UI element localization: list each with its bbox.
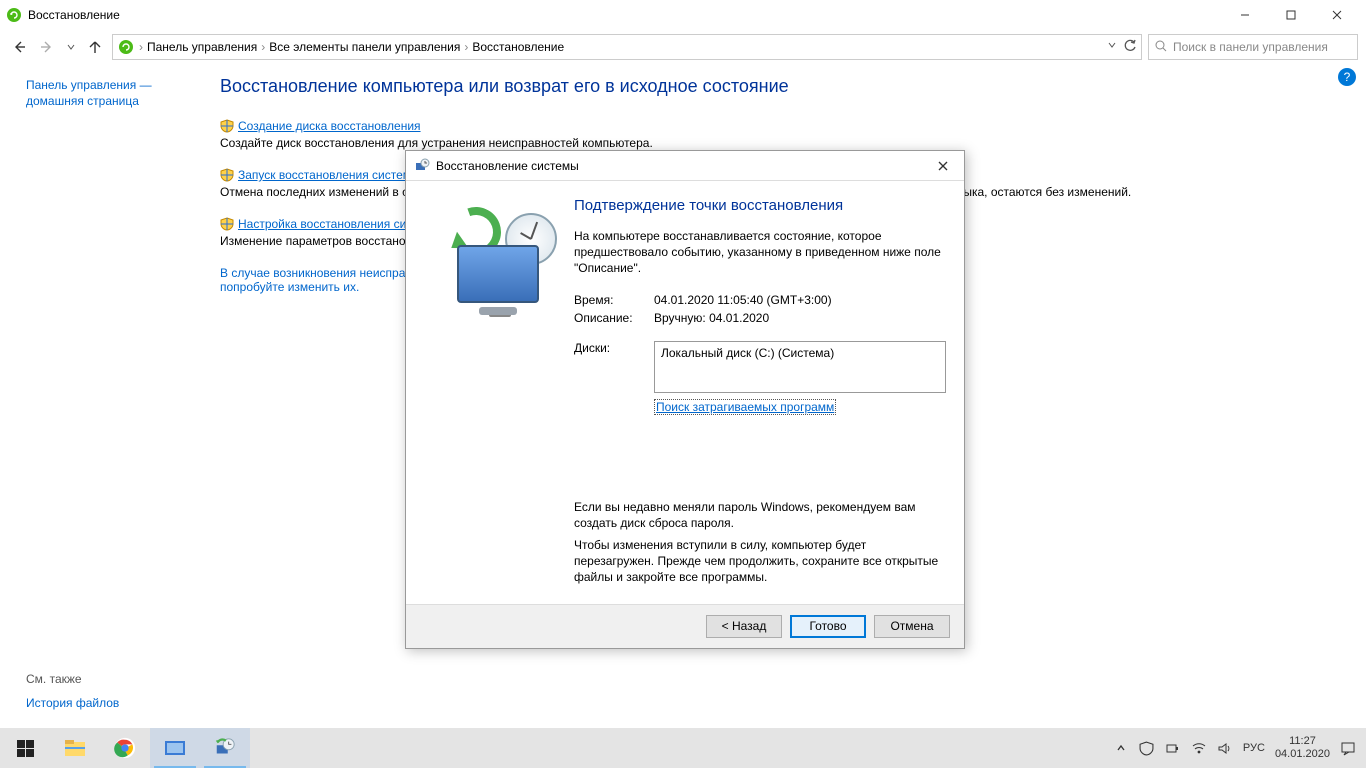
- refresh-icon[interactable]: [1123, 39, 1137, 56]
- control-panel-taskbar[interactable]: [150, 728, 200, 768]
- see-also-header: См. также: [26, 672, 119, 686]
- dialog-close-button[interactable]: [930, 156, 956, 176]
- address-bar[interactable]: › Панель управления › Все элементы панел…: [112, 34, 1142, 60]
- time-value: 04.01.2020 11:05:40 (GMT+3:00): [654, 291, 832, 309]
- recent-dropdown[interactable]: [64, 36, 78, 58]
- maximize-button[interactable]: [1268, 0, 1314, 30]
- shield-icon: [220, 217, 234, 231]
- shield-icon: [220, 168, 234, 182]
- disks-listbox[interactable]: Локальный диск (C:) (Система): [654, 341, 946, 393]
- action-center-icon[interactable]: [1340, 740, 1356, 756]
- system-restore-icon: [414, 158, 430, 174]
- start-button[interactable]: [0, 728, 50, 768]
- desc-label: Описание:: [574, 309, 654, 327]
- back-button[interactable]: [8, 36, 30, 58]
- option-desc: Создайте диск восстановления для устране…: [220, 136, 1336, 150]
- recovery-icon: [117, 38, 135, 56]
- chevron-right-icon: ›: [464, 40, 468, 54]
- window-titlebar: Восстановление: [0, 0, 1366, 30]
- dialog-titlebar[interactable]: Восстановление системы: [406, 151, 964, 181]
- breadcrumb-item[interactable]: Все элементы панели управления: [269, 40, 460, 54]
- network-icon[interactable]: [1191, 740, 1207, 756]
- chevron-right-icon: ›: [261, 40, 265, 54]
- page-heading: Восстановление компьютера или возврат ег…: [220, 76, 1336, 97]
- file-history-link[interactable]: История файлов: [26, 696, 119, 712]
- system-restore-taskbar[interactable]: [200, 728, 250, 768]
- tray-clock[interactable]: 11:27 04.01.2020: [1275, 735, 1330, 761]
- password-warning: Если вы недавно меняли пароль Windows, р…: [574, 499, 946, 531]
- recovery-icon: [6, 7, 22, 23]
- minimize-button[interactable]: [1222, 0, 1268, 30]
- power-icon[interactable]: [1165, 740, 1181, 756]
- address-dropdown-icon[interactable]: [1107, 39, 1117, 56]
- dialog-heading: Подтверждение точки восстановления: [574, 197, 946, 214]
- input-language[interactable]: РУС: [1243, 742, 1265, 754]
- nav-toolbar: › Панель управления › Все элементы панел…: [0, 30, 1366, 64]
- close-button[interactable]: [1314, 0, 1360, 30]
- finish-button[interactable]: Готово: [790, 615, 866, 638]
- system-restore-dialog: Восстановление системы Подтверждение точ…: [405, 150, 965, 649]
- create-recovery-drive-link[interactable]: Создание диска восстановления: [220, 119, 421, 133]
- scan-affected-programs-link[interactable]: Поиск затрагиваемых программ: [654, 399, 836, 415]
- chevron-right-icon: ›: [139, 40, 143, 54]
- up-button[interactable]: [84, 36, 106, 58]
- desc-value: Вручную: 04.01.2020: [654, 309, 832, 327]
- window-title: Восстановление: [28, 8, 1222, 22]
- security-icon[interactable]: [1139, 740, 1155, 756]
- disks-label: Диски:: [574, 339, 654, 487]
- breadcrumb-item[interactable]: Восстановление: [472, 40, 564, 54]
- search-input[interactable]: Поиск в панели управления: [1148, 34, 1358, 60]
- dialog-intro: На компьютере восстанавливается состояни…: [574, 228, 946, 277]
- search-placeholder: Поиск в панели управления: [1173, 40, 1328, 54]
- tray-overflow-icon[interactable]: [1113, 740, 1129, 756]
- time-label: Время:: [574, 291, 654, 309]
- help-icon[interactable]: ?: [1338, 68, 1356, 86]
- restart-warning: Чтобы изменения вступили в силу, компьют…: [574, 537, 946, 586]
- cancel-button[interactable]: Отмена: [874, 615, 950, 638]
- forward-button[interactable]: [36, 36, 58, 58]
- dialog-artwork: [424, 197, 574, 592]
- chrome-taskbar[interactable]: [100, 728, 150, 768]
- open-system-restore-link[interactable]: Запуск восстановления системы: [220, 168, 420, 182]
- volume-icon[interactable]: [1217, 740, 1233, 756]
- search-icon: [1155, 40, 1167, 55]
- sidebar: Панель управления —домашняя страница См.…: [0, 64, 210, 724]
- breadcrumb-item[interactable]: Панель управления: [147, 40, 257, 54]
- taskbar: РУС 11:27 04.01.2020: [0, 728, 1366, 768]
- dialog-title: Восстановление системы: [436, 159, 930, 173]
- back-button[interactable]: < Назад: [706, 615, 782, 638]
- file-explorer-taskbar[interactable]: [50, 728, 100, 768]
- shield-icon: [220, 119, 234, 133]
- control-panel-home-link[interactable]: Панель управления —домашняя страница: [26, 78, 202, 109]
